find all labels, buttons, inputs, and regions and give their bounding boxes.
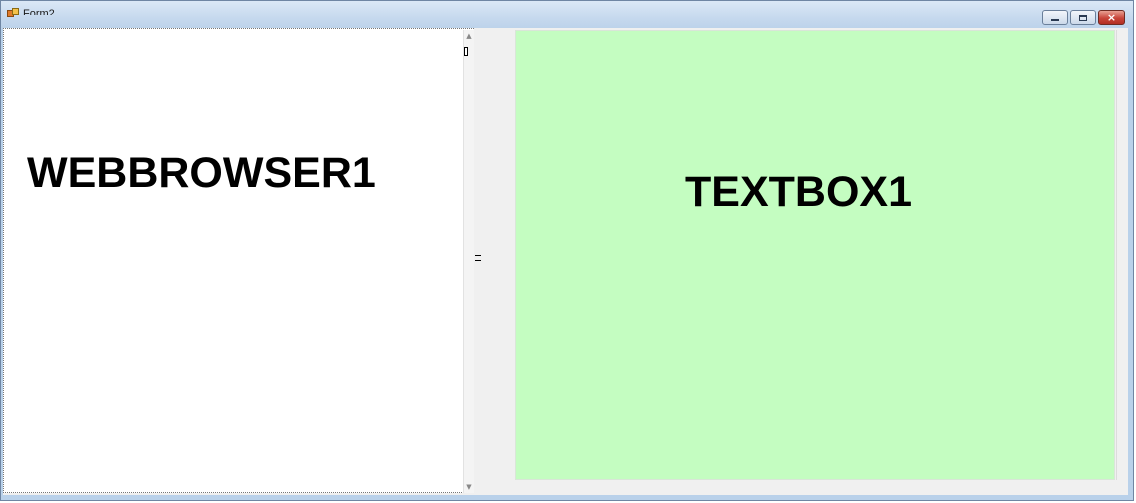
minimize-button[interactable] <box>1042 10 1068 25</box>
webbrowser-control[interactable]: WEBBROWSER1 ▲ ▼ <box>3 28 474 493</box>
textbox-control[interactable]: TEXTBOX1 <box>515 30 1115 480</box>
minimize-icon <box>1051 19 1059 21</box>
window-title: Form2 <box>23 8 55 15</box>
splitter-grip-icon[interactable] <box>475 255 481 261</box>
close-button[interactable]: × <box>1098 10 1125 25</box>
form-client-area: WEBBROWSER1 ▲ ▼ TEXTBOX1 <box>3 28 1128 495</box>
scroll-up-icon[interactable]: ▲ <box>464 30 474 42</box>
form-window: Form2 × WEBBROWSER1 ▲ ▼ TEXTBOX1 <box>0 0 1134 501</box>
textbox-label: TEXTBOX1 <box>685 168 912 216</box>
splitter-handle-icon[interactable] <box>464 47 468 56</box>
app-icon[interactable] <box>7 8 19 18</box>
close-icon: × <box>1106 11 1117 24</box>
vertical-scrollbar[interactable]: ▲ ▼ <box>463 30 474 493</box>
maximize-button[interactable] <box>1070 10 1096 25</box>
panel-divider <box>1116 30 1117 480</box>
webbrowser-label: WEBBROWSER1 <box>27 149 376 197</box>
title-bar[interactable]: Form2 × <box>1 1 1133 29</box>
scroll-down-icon[interactable]: ▼ <box>464 481 474 493</box>
maximize-icon <box>1079 14 1087 21</box>
